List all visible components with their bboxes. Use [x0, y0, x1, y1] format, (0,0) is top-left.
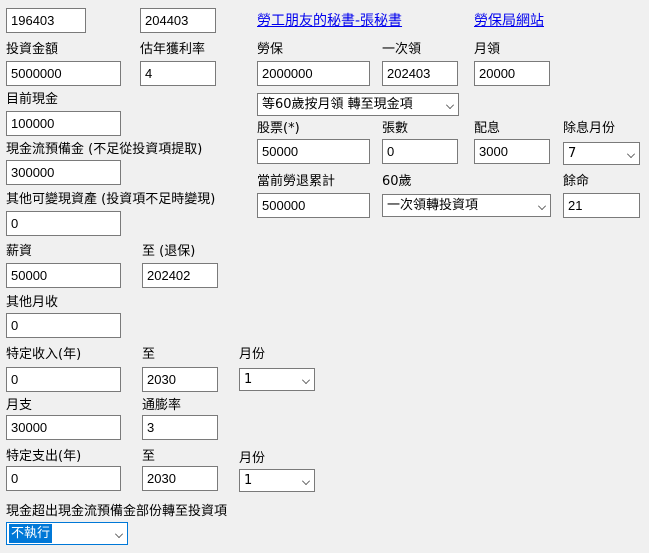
age60-select[interactable]: 一次領轉投資項: [382, 194, 551, 217]
shares-label: 張數: [382, 121, 409, 136]
cash-reserve-input[interactable]: 300000: [6, 160, 121, 185]
retire-until-label: 至 (退保): [142, 244, 196, 259]
pension-option-select[interactable]: 等60歲按月領 轉至現金項: [257, 93, 459, 116]
stock-label: 股票(*): [257, 121, 300, 136]
special-expense-month-value: 1: [244, 473, 253, 488]
secretary-link[interactable]: 勞工朋友的秘書-張秘書: [257, 12, 402, 30]
other-assets-label: 其他可變現資產 (投資項不足時變現): [6, 192, 216, 207]
special-expense-label: 特定支出(年): [6, 449, 82, 464]
age60-value: 一次領轉投資項: [387, 198, 479, 213]
cash-now-label: 目前現金: [6, 92, 59, 107]
excess-cash-select[interactable]: 不執行: [6, 522, 128, 545]
special-income-month-label: 月份: [239, 347, 266, 362]
labor-insurance-label: 勞保: [257, 42, 284, 57]
invest-label: 投資金額: [6, 42, 59, 57]
excess-cash-label: 現金超出現金流預備金部份轉至投資項: [6, 504, 228, 519]
retire-until-input[interactable]: 202402: [142, 263, 218, 288]
labor-bureau-link[interactable]: 勞保局網站: [474, 12, 544, 30]
monthly-expense-input[interactable]: 30000: [6, 415, 121, 440]
life-left-label: 餘命: [563, 174, 590, 189]
dividend-input[interactable]: 3000: [474, 139, 550, 164]
chevron-down-icon: [446, 101, 454, 109]
pension-option-value: 等60歲按月領 轉至現金項: [262, 97, 413, 112]
monthly-input[interactable]: 20000: [474, 61, 550, 86]
profit-rate-input[interactable]: 4: [140, 61, 216, 86]
special-expense-until-label: 至: [142, 449, 156, 464]
labor-pension-input[interactable]: 500000: [257, 193, 370, 218]
excess-cash-value: 不執行: [9, 524, 53, 543]
chevron-down-icon: [302, 477, 310, 485]
other-monthly-income-label: 其他月收: [6, 295, 59, 310]
other-monthly-income-input[interactable]: 0: [6, 313, 121, 338]
cash-reserve-label: 現金流預備金 (不足從投資項提取): [6, 142, 203, 157]
ex-div-month-select[interactable]: 7: [563, 142, 640, 165]
ex-div-month-label: 除息月份: [563, 121, 616, 136]
monthly-label: 月領: [474, 42, 501, 57]
cash-now-input[interactable]: 100000: [6, 111, 121, 136]
life-left-input[interactable]: 21: [563, 193, 640, 218]
special-income-month-value: 1: [244, 372, 253, 387]
special-income-until-input[interactable]: 2030: [142, 367, 218, 392]
special-income-until-label: 至: [142, 347, 156, 362]
special-expense-month-select[interactable]: 1: [239, 469, 315, 492]
special-income-input[interactable]: 0: [6, 367, 121, 392]
special-expense-until-input[interactable]: 2030: [142, 466, 218, 491]
shares-input[interactable]: 0: [382, 139, 458, 164]
labor-pension-label: 當前勞退累計: [257, 174, 336, 189]
ex-div-month-value: 7: [568, 146, 577, 161]
special-expense-month-label: 月份: [239, 451, 266, 466]
end-date-field[interactable]: 204403: [140, 8, 216, 33]
salary-input[interactable]: 50000: [6, 263, 121, 288]
special-income-month-select[interactable]: 1: [239, 368, 315, 391]
age60-label: 60歲: [382, 174, 412, 189]
chevron-down-icon: [302, 376, 310, 384]
chevron-down-icon: [115, 530, 123, 538]
special-income-label: 特定收入(年): [6, 347, 82, 362]
dividend-label: 配息: [474, 121, 501, 136]
salary-label: 薪資: [6, 244, 33, 259]
stock-input[interactable]: 50000: [257, 139, 370, 164]
invest-input[interactable]: 5000000: [6, 61, 121, 86]
labor-insurance-input[interactable]: 2000000: [257, 61, 370, 86]
inflation-input[interactable]: 3: [142, 415, 218, 440]
lump-sum-label: 一次領: [382, 42, 422, 57]
profit-rate-label: 估年獲利率: [140, 42, 206, 57]
inflation-label: 通膨率: [142, 398, 182, 413]
special-expense-input[interactable]: 0: [6, 466, 121, 491]
chevron-down-icon: [627, 150, 635, 158]
other-assets-input[interactable]: 0: [6, 211, 121, 236]
lump-sum-input[interactable]: 202403: [382, 61, 458, 86]
monthly-expense-label: 月支: [6, 398, 33, 413]
start-date-field[interactable]: 196403: [6, 8, 86, 33]
chevron-down-icon: [538, 202, 546, 210]
